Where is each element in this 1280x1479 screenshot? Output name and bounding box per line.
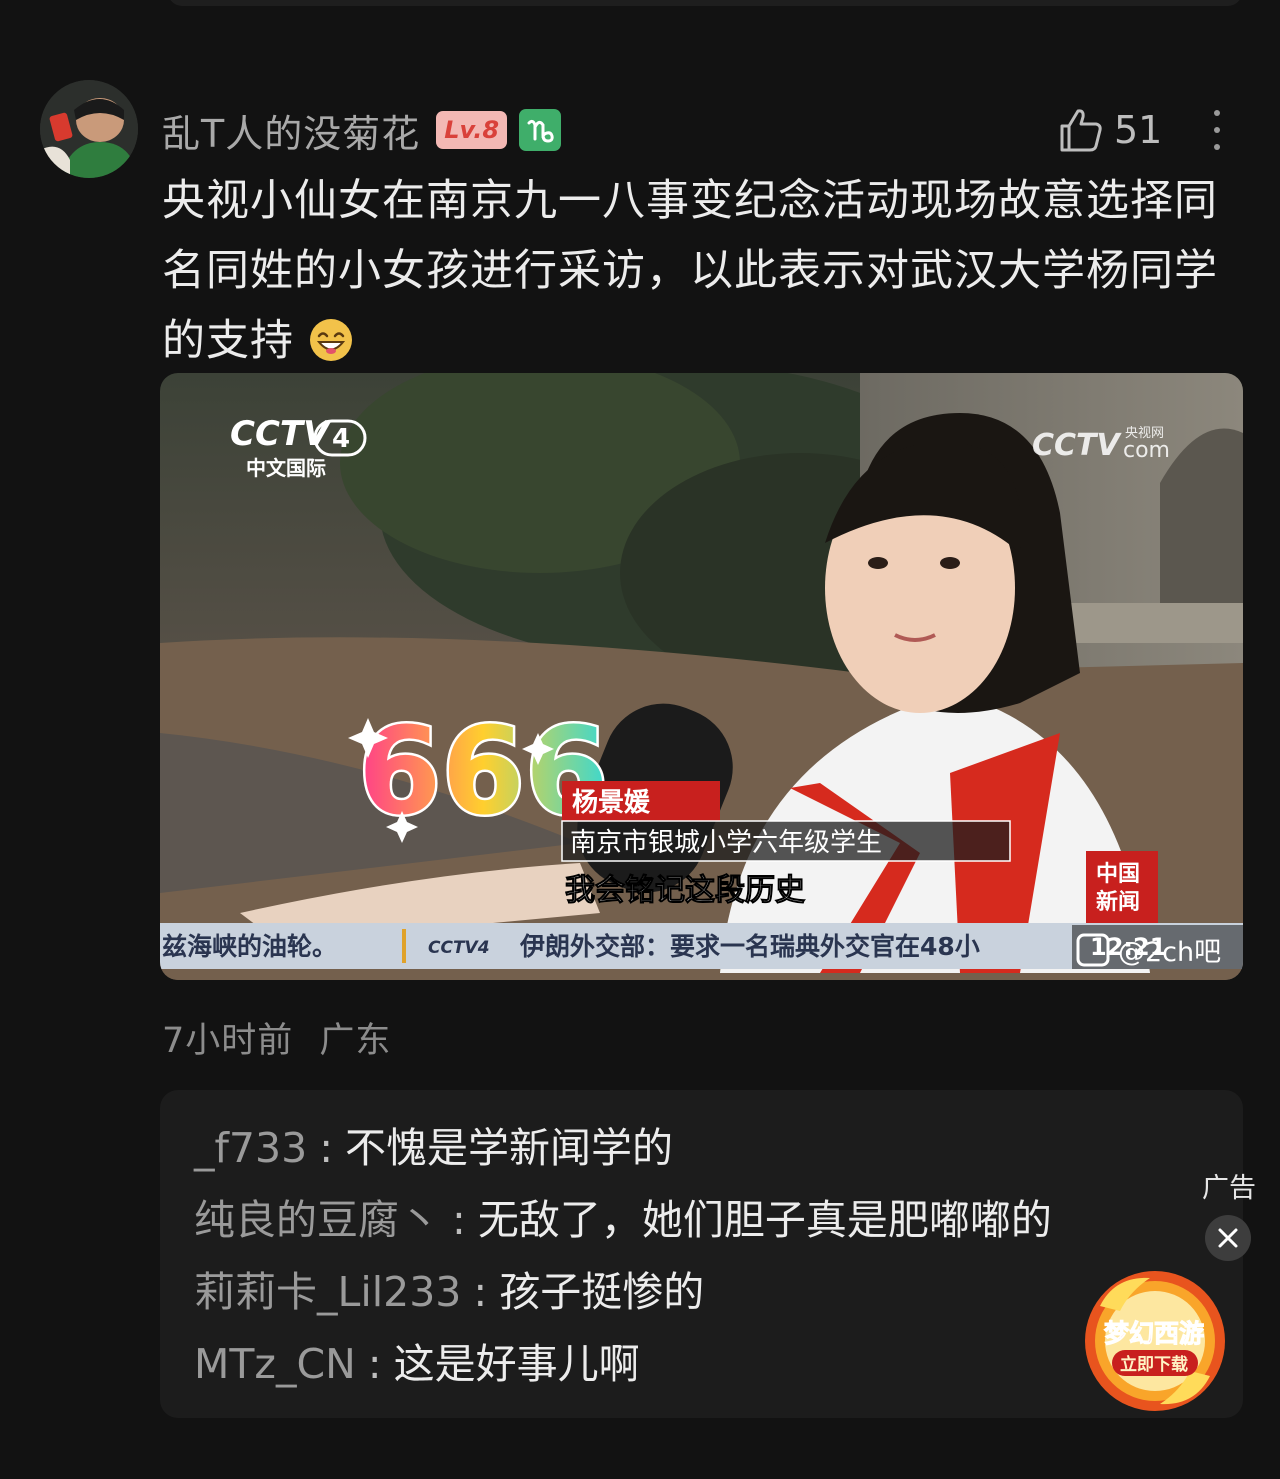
comment-header: 乱T人的没菊花 Lv.8: [162, 103, 562, 158]
user-avatar[interactable]: [40, 80, 138, 178]
site-label: 央视网: [1125, 426, 1164, 441]
reply-username[interactable]: _f733: [194, 1124, 307, 1172]
reply-text: 无敌了，她们胆子真是肥嘟嘟的: [477, 1196, 1052, 1244]
svg-text:CCTV: CCTV: [1032, 428, 1122, 463]
reply-item[interactable]: _f733: 不愧是学新闻学的: [194, 1112, 1243, 1184]
capricorn-icon: [519, 109, 562, 151]
reply-text: 孩子挺惨的: [499, 1268, 705, 1316]
reply-text: 这是好事儿啊: [393, 1340, 640, 1388]
more-options-icon[interactable]: [1204, 104, 1230, 156]
game-cta: 立即下载: [1120, 1354, 1188, 1375]
like-count: 51: [1114, 108, 1163, 152]
close-icon: [1218, 1228, 1238, 1248]
comment-meta: 7小时前 广东: [162, 1012, 391, 1063]
reply-item[interactable]: 纯良的豆腐丶: 无敌了，她们胆子真是肥嘟嘟的: [194, 1184, 1243, 1256]
svg-text:中国: 中国: [1096, 862, 1140, 887]
svg-text:com: com: [1123, 438, 1170, 463]
previous-comment-card: [168, 0, 1242, 6]
watermark: @2ch吧: [1118, 937, 1221, 968]
svg-text:兹海峡的油轮。: 兹海峡的油轮。: [162, 932, 337, 961]
username[interactable]: 乱T人的没菊花: [162, 103, 420, 158]
svg-text:伊朗外交部：要求一名瑞典外交官在48小: 伊朗外交部：要求一名瑞典外交官在48小: [519, 932, 980, 961]
svg-text:CCTV4: CCTV4: [428, 938, 490, 958]
comment-location: 广东: [319, 1021, 392, 1061]
reply-username[interactable]: 莉莉卡_Lil233: [194, 1268, 461, 1316]
ad-close-button[interactable]: [1205, 1215, 1251, 1261]
news-screenshot-image[interactable]: CCTV 4 中文国际 CCTV com 央视网 666 杨景媛 南京市银城小学…: [160, 373, 1243, 980]
reply-username[interactable]: 纯良的豆腐丶: [194, 1196, 440, 1244]
level-badge: Lv.8: [436, 111, 508, 149]
name-caption: 杨景媛: [572, 788, 651, 818]
thumbs-up-icon: [1060, 109, 1102, 152]
comment-time: 7小时前: [162, 1021, 294, 1061]
game-ad-button[interactable]: 梦幻西游 立即下载: [1080, 1266, 1230, 1416]
title-caption: 南京市银城小学六年级学生: [570, 828, 882, 858]
comment-body: 央视小仙女在南京九一八事变纪念活动现场故意选择同名同姓的小女孩进行采访，以此表示…: [162, 166, 1252, 376]
grinning-face-emoji: [310, 319, 352, 361]
reply-username[interactable]: MTz_CN: [194, 1340, 356, 1388]
reply-text: 不愧是学新闻学的: [345, 1124, 674, 1172]
ad-label: 广告: [1202, 1173, 1256, 1204]
cctv-com-logo: CCTV com 央视网: [1032, 426, 1170, 463]
game-name: 梦幻西游: [1104, 1319, 1204, 1348]
svg-text:4: 4: [332, 424, 350, 454]
svg-text:新闻: 新闻: [1096, 889, 1140, 915]
subtitle: 我会铭记这段历史: [565, 873, 805, 908]
like-button[interactable]: 51: [1056, 104, 1162, 156]
channel-name: 中文国际: [246, 456, 326, 480]
